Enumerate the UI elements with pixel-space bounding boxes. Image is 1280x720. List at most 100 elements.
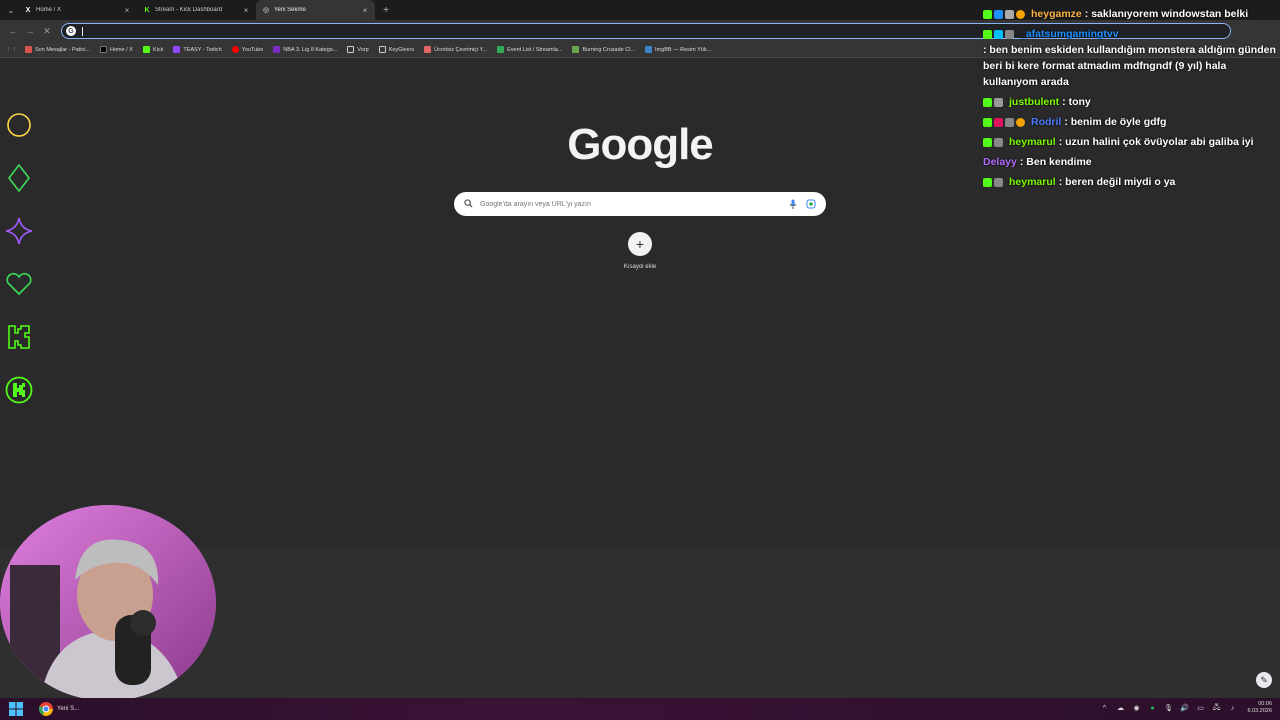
- x-logo-icon: [100, 46, 108, 53]
- chat-username[interactable]: heymarul: [1009, 134, 1056, 150]
- bookmark-label: TEASY - Twitch: [183, 46, 222, 53]
- chat-username[interactable]: justbulent: [1009, 94, 1059, 110]
- chat-message: Delayy : Ben kendime: [980, 152, 1280, 172]
- back-icon[interactable]: ←: [6, 24, 20, 38]
- tab-new-tab[interactable]: ◎ Yeni Sekme ×: [256, 0, 375, 20]
- network-icon[interactable]: 🖧: [1212, 703, 1222, 713]
- clock-time: 00:06: [1258, 701, 1272, 707]
- chat-text: : Ben kendime: [1019, 156, 1092, 168]
- chevron-up-icon[interactable]: ^: [1100, 703, 1110, 713]
- gem-badge-icon: [994, 117, 1003, 127]
- volume-icon[interactable]: 🔊: [1180, 703, 1190, 713]
- chat-text: : beren değil miydi o ya: [1058, 176, 1176, 188]
- webcam-overlay: [0, 505, 216, 701]
- tab-title: Home / X: [36, 7, 62, 13]
- kick-badge-icon: [983, 29, 992, 39]
- close-tab-icon[interactable]: ×: [242, 6, 250, 15]
- chat-username[interactable]: Delayy: [983, 154, 1017, 170]
- taskbar-chrome-label[interactable]: Yeni S...: [57, 706, 79, 712]
- chat-text: : tony: [1062, 96, 1091, 108]
- bookmark-item[interactable]: Ücretsiz Çevrimiçi Y...: [424, 46, 487, 53]
- customize-pencil-icon[interactable]: ✎: [1256, 672, 1272, 688]
- bookmark-favicon-icon: [424, 46, 432, 53]
- bookmark-item[interactable]: YouTube: [231, 46, 264, 53]
- gift-badge-icon: [1005, 9, 1014, 19]
- windows-start-icon[interactable]: [9, 702, 23, 716]
- spotify-icon[interactable]: ●: [1148, 703, 1158, 713]
- subscriber-badge-icon: [1005, 29, 1014, 39]
- system-tray: ^ ☁ ◉ ● 🎙 🔊 ▭ 🖧 ♪ 00:06 6.03.2026: [1094, 701, 1272, 715]
- bookmark-item[interactable]: Burning Crusade Cl...: [572, 46, 635, 53]
- bookmark-favicon-icon: [497, 46, 505, 53]
- chat-badges: [983, 29, 1016, 39]
- bookmark-favicon-icon: [25, 46, 32, 53]
- bookmark-item[interactable]: Event List / Streamla...: [497, 46, 562, 53]
- system-clock[interactable]: 00:06 6.03.2026: [1248, 701, 1272, 715]
- close-tab-icon[interactable]: ×: [123, 6, 131, 15]
- microphone-icon[interactable]: 🎙: [1164, 703, 1174, 713]
- plus-icon: +: [628, 232, 652, 256]
- forward-icon[interactable]: →: [23, 24, 37, 38]
- speaker-icon[interactable]: ♪: [1228, 703, 1238, 713]
- chat-username[interactable]: _afatsumgamingtvv: [1020, 26, 1119, 42]
- chrome-taskbar-icon[interactable]: [39, 702, 53, 716]
- bookmark-item[interactable]: TEASY - Twitch: [173, 46, 222, 53]
- bookmark-favicon-icon: [645, 46, 653, 53]
- bookmark-favicon-icon: [572, 46, 580, 53]
- text-caret: [82, 26, 83, 36]
- google-search-box[interactable]: [454, 192, 826, 216]
- apps-icon[interactable]: ⋮⋮: [6, 47, 17, 53]
- bookmark-item[interactable]: Son Mesajlar - Patici...: [25, 46, 90, 53]
- bookmark-label: ImgBB — Resim Yük...: [655, 46, 712, 53]
- bookmark-label: Ücretsiz Çevrimiçi Y...: [434, 46, 488, 53]
- google-lens-icon[interactable]: [806, 199, 816, 209]
- diamond-badge-icon: [994, 29, 1003, 39]
- diamond-icon: [4, 163, 34, 193]
- chat-username[interactable]: heymarul: [1009, 174, 1056, 190]
- chat-username[interactable]: heygamze: [1031, 6, 1082, 22]
- display-icon[interactable]: ▭: [1196, 703, 1206, 713]
- add-shortcut-button[interactable]: + Kısayol ekle: [610, 232, 670, 270]
- bookmark-folder[interactable]: Vorp: [347, 46, 369, 53]
- folder-icon: [378, 46, 386, 53]
- chat-badges: [983, 137, 1005, 147]
- bookmark-label: Son Mesajlar - Patici...: [35, 46, 91, 53]
- subscriber-badge-icon: [994, 97, 1003, 107]
- bookmark-label: Burning Crusade Cl...: [582, 46, 636, 53]
- chat-message: heymarul : beren değil miydi o ya: [980, 172, 1280, 192]
- tab-search-icon[interactable]: ⌄: [4, 3, 18, 17]
- tab-home-x[interactable]: X Home / X ×: [18, 0, 137, 20]
- tab-kick-dashboard[interactable]: K Stream - Kick Dashboard ×: [137, 0, 256, 20]
- add-shortcut-label: Kısayol ekle: [623, 264, 657, 270]
- bookmark-item[interactable]: ImgBB — Resim Yük...: [645, 46, 711, 53]
- kick-logo-icon: K: [144, 6, 150, 14]
- search-input[interactable]: [480, 200, 780, 208]
- kick-circle-logo-icon: [4, 375, 34, 405]
- close-tab-icon[interactable]: ×: [361, 6, 369, 15]
- bookmark-label: Event List / Streamla...: [507, 46, 563, 53]
- coin-badge-icon: [1016, 9, 1025, 19]
- bookmark-item[interactable]: Kick: [142, 46, 163, 53]
- chat-message: heygamze : saklanıyorem windowstan belki: [980, 4, 1280, 24]
- stop-loading-icon[interactable]: ✕: [40, 24, 54, 38]
- bookmark-folder[interactable]: KeyGivers: [378, 46, 414, 53]
- bookmark-item[interactable]: NBA 3. Lig 8 Katego...: [273, 46, 337, 53]
- steam-icon[interactable]: ◉: [1132, 703, 1142, 713]
- bookmark-item[interactable]: Home / X: [100, 46, 133, 53]
- kick-logo-icon: [4, 322, 34, 352]
- new-tab-button[interactable]: +: [379, 3, 393, 17]
- chat-badges: [983, 9, 1027, 19]
- chat-message: heymarul : uzun halini çok övüyolar abi …: [980, 132, 1280, 152]
- bookmark-favicon-icon: [273, 46, 281, 53]
- heart-icon: [4, 269, 34, 299]
- subscriber-badge-icon: [994, 9, 1003, 19]
- chat-message: Rodril : benim de öyle gdfg: [980, 112, 1280, 132]
- cloud-icon[interactable]: ☁: [1116, 703, 1126, 713]
- stream-overlay-icons: [4, 110, 34, 428]
- chat-message: justbulent : tony: [980, 92, 1280, 112]
- bookmark-label: YouTube: [241, 46, 264, 53]
- chat-username[interactable]: Rodril: [1031, 114, 1061, 130]
- youtube-icon: [231, 46, 239, 53]
- microphone-icon[interactable]: [788, 199, 798, 209]
- kick-logo-icon: [142, 46, 150, 53]
